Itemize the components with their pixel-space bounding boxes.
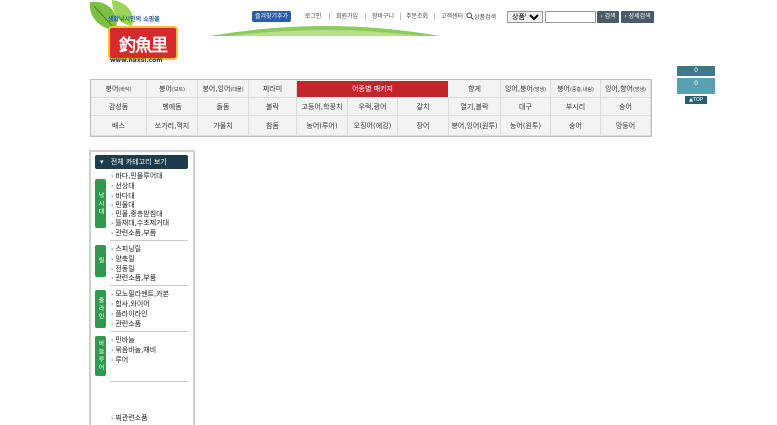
category-cell[interactable]: 가물치 <box>198 116 249 136</box>
divider <box>110 381 188 382</box>
sidebar-item[interactable]: 바다,민물루어대 <box>111 171 162 181</box>
category-cell[interactable]: 붕어(보트) <box>147 80 198 98</box>
category-cell[interactable]: 숭어 <box>551 116 601 136</box>
sidebar-item[interactable]: 민바늘 <box>111 335 134 345</box>
bullet-icon: ▾ <box>100 158 104 166</box>
category-grid: 붕어(바닥) 붕어(보트) 붕어,잉어(대물) 찌라미 어종별 패키지 향게 잉… <box>90 79 652 137</box>
category-cell[interactable]: 대구 <box>501 98 551 116</box>
header-hill-decoration <box>210 26 440 36</box>
category-cell[interactable]: 볼락 <box>249 98 297 116</box>
category-cell[interactable]: 장어 <box>398 116 449 136</box>
detail-search-button[interactable]: › 상세검색 <box>621 11 654 23</box>
category-cell[interactable]: 붕어(중층,내림) <box>551 80 601 98</box>
sidebar-item[interactable]: 모노필라멘트,카본 <box>111 289 169 299</box>
search-type-select[interactable]: 상품명 <box>507 11 543 23</box>
category-cell[interactable]: 열기,볼락 <box>449 98 501 116</box>
site-logo[interactable]: 釣魚里 <box>108 26 178 60</box>
category-cell[interactable]: 돌돔 <box>198 98 249 116</box>
sidebar-item[interactable]: 루어 <box>111 355 128 365</box>
category-cell[interactable]: 고등어,학꽁치 <box>297 98 348 116</box>
login-link[interactable]: 로그인 <box>301 11 325 22</box>
sidebar-item[interactable]: 묶음바늘,채비 <box>111 345 156 355</box>
category-cell[interactable]: 농어(루어) <box>297 116 348 136</box>
sidebar-item[interactable]: 합사,와이어 <box>111 299 149 309</box>
divider <box>365 13 366 20</box>
category-cell[interactable]: 참돔 <box>249 116 297 136</box>
tab-reels[interactable]: 릴 <box>95 245 106 277</box>
all-categories-header[interactable]: ▾ 전체 카테고리 보기 <box>95 155 188 169</box>
search-label: 상품검색 <box>474 14 497 21</box>
fish-package-banner[interactable]: 어종별 패키지 <box>297 81 448 97</box>
sidebar-item[interactable]: 관련소품,부품 <box>111 228 156 238</box>
divider <box>110 285 188 286</box>
sidebar-item[interactable]: 관련소품 <box>111 319 141 329</box>
search-input[interactable] <box>545 11 596 23</box>
category-cell[interactable]: 잉어,향어(방생) <box>601 80 651 98</box>
widget-count-top: 0 <box>677 66 715 76</box>
category-cell[interactable]: 감성돔 <box>91 98 147 116</box>
category-cell[interactable]: 쏘가리,꺽지 <box>147 116 198 136</box>
sidebar-item[interactable]: 관련소품,부품 <box>111 273 156 283</box>
category-cell[interactable]: 붕어(바닥) <box>91 80 147 98</box>
divider <box>434 13 435 20</box>
customer-center-link[interactable]: 고객센터 <box>439 11 465 22</box>
sidebar-item[interactable]: 플라이라인 <box>111 309 147 319</box>
tab-rods[interactable]: 낚시대 <box>95 179 106 228</box>
category-cell[interactable]: 부시리 <box>551 98 601 116</box>
widget-count-mid: 0 <box>677 78 715 94</box>
divider <box>110 331 188 332</box>
tab-lines[interactable]: 줄라인 <box>95 290 106 328</box>
category-cell[interactable]: 벵에돔 <box>147 98 198 116</box>
sidebar-item[interactable]: 스피닝릴 <box>111 244 141 254</box>
category-cell[interactable]: 농어(원투) <box>501 116 551 136</box>
category-cell[interactable]: 숭어 <box>601 98 651 116</box>
site-url: www.naxsi.com <box>110 57 163 64</box>
divider <box>110 240 188 241</box>
category-cell[interactable]: 붕어,잉어(원투) <box>449 116 501 136</box>
divider <box>400 13 401 20</box>
tab-hooks-lures[interactable]: 바늘루어 <box>95 336 106 376</box>
cart-link[interactable]: 장바구니 <box>370 11 396 22</box>
sidebar-item[interactable]: 양축릴 <box>111 254 134 264</box>
recent-view-widget: 0 0 ▲TOP <box>677 66 715 106</box>
signup-link[interactable]: 회원가입 <box>334 11 360 22</box>
category-cell[interactable]: 향게 <box>449 80 501 98</box>
order-lookup-link[interactable]: 주문조회 <box>404 11 430 22</box>
sidebar-item[interactable]: 뜰채대,수초제거대 <box>111 218 169 228</box>
divider <box>329 13 330 20</box>
category-cell[interactable]: 우럭,광어 <box>348 98 398 116</box>
sidebar-item[interactable]: 선상대 <box>111 181 134 191</box>
category-cell[interactable]: 오징어(에깅) <box>348 116 398 136</box>
category-cell[interactable]: 붕어,잉어(대물) <box>198 80 249 98</box>
top-button[interactable]: ▲TOP <box>685 96 707 104</box>
category-cell[interactable]: 잉어,붕어(방생) <box>501 80 551 98</box>
search-button[interactable]: › 검색 <box>597 11 619 23</box>
logo-tagline: 생활낚시인의 쇼핑몰 <box>108 16 160 23</box>
category-cell[interactable]: 망둥어 <box>601 116 651 136</box>
category-sidebar: ▾ 전체 카테고리 보기 낚시대 바다,민물루어대 선상대 바다대 민물대 민물… <box>89 150 195 425</box>
category-cell[interactable]: 배스 <box>91 116 147 136</box>
bookmark-button[interactable]: 즐겨찾기추가 <box>252 11 291 22</box>
search-icon <box>466 12 474 20</box>
sidebar-item[interactable]: 찌관련소품 <box>111 413 147 423</box>
category-cell[interactable]: 찌라미 <box>249 80 297 98</box>
category-cell[interactable]: 갈치 <box>398 98 449 116</box>
